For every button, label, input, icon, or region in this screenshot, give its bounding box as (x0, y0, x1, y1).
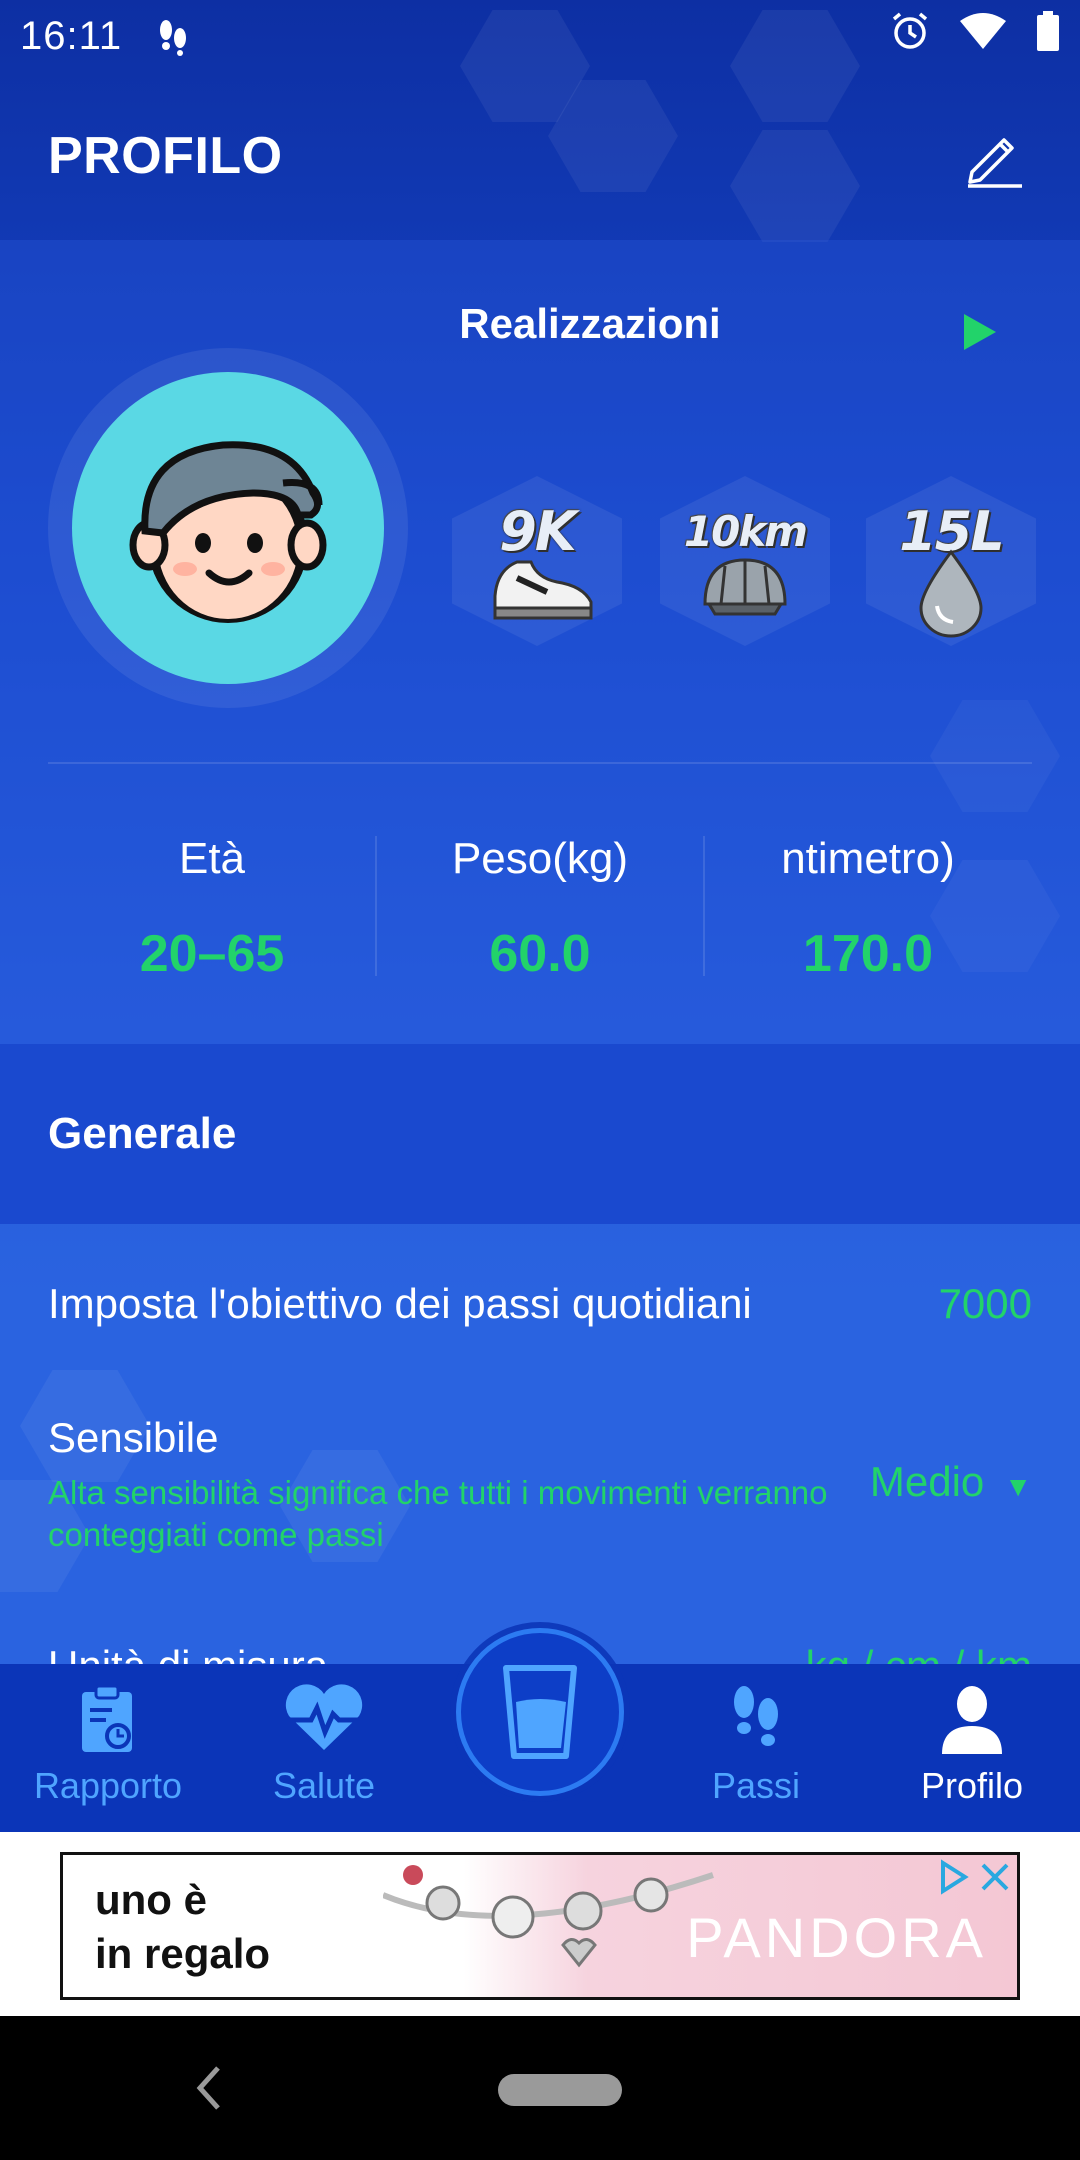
pencil-icon (968, 138, 1022, 188)
stat-value: 170.0 (802, 925, 934, 983)
home-button[interactable] (498, 2074, 622, 2106)
ad-line-1: uno è (95, 1876, 207, 1923)
ad-text: uno è in regalo (95, 1873, 270, 1981)
alarm-icon (890, 11, 930, 61)
daily-goal-row[interactable]: Imposta l'obiettivo dei passi quotidiani… (48, 1280, 1032, 1328)
sensitivity-select[interactable]: Medio ▼ (870, 1458, 1032, 1506)
ad-choices-icon[interactable] (935, 1859, 971, 1895)
achievement-badge[interactable]: 15L (866, 476, 1036, 646)
ad-area: uno è in regalo PANDORA (0, 1832, 1080, 2016)
profile-card: Realizzazioni 9K 10km 15L Età 20–65 Peso… (0, 240, 1080, 1044)
sneaker-icon (493, 560, 593, 620)
report-icon (82, 1684, 132, 1752)
nav-item-salute[interactable]: Salute (216, 1684, 432, 1807)
sensitivity-label: Sensibile (48, 1414, 219, 1461)
daily-goal-value: 7000 (938, 1280, 1032, 1327)
status-bar: 16:11 (0, 0, 1080, 72)
avatar-ring (48, 348, 408, 708)
bracelet-image (383, 1865, 714, 1968)
section-header: Generale (0, 1044, 1080, 1224)
app-header: PROFILO (0, 72, 1080, 240)
boy-face-icon (129, 441, 327, 623)
helmet-icon (703, 558, 787, 616)
back-icon[interactable] (190, 2060, 226, 2116)
play-icon (964, 314, 996, 350)
nav-item-profilo[interactable]: Profilo (864, 1684, 1080, 1807)
battery-icon (1036, 11, 1060, 61)
units-label: Unità di misura (48, 1642, 328, 1664)
ad-line-2: in regalo (95, 1930, 271, 1977)
dropdown-arrow-icon: ▼ (1004, 1471, 1032, 1502)
edit-profile-button[interactable] (956, 118, 1032, 194)
stat-label: Età (178, 834, 246, 883)
ad-controls (935, 1859, 1013, 1895)
system-nav-bar (0, 2016, 1080, 2160)
stat-age[interactable]: Età 20–65 (48, 834, 376, 984)
nav-label: Salute (272, 1765, 376, 1806)
water-glass-icon (503, 1665, 577, 1759)
sensitivity-description: Alta sensibilità significa che tutti i m… (48, 1474, 828, 1553)
nav-item-passi[interactable]: Passi (648, 1684, 864, 1807)
profile-divider (48, 762, 1032, 764)
footsteps-icon (734, 1686, 778, 1746)
stat-label: Peso(kg) (451, 834, 629, 883)
sensitivity-value: Medio (869, 1458, 985, 1505)
water-button[interactable] (456, 1628, 624, 1796)
achievements-play-button[interactable] (938, 292, 1018, 372)
achievement-badge[interactable]: 9K (452, 476, 622, 646)
achievement-badge[interactable]: 10km (660, 476, 830, 646)
bottom-nav: Rapporto Salute Passi Profilo (0, 1628, 1080, 1832)
sensitivity-row[interactable]: Sensibile Alta sensibilità significa che… (48, 1414, 1032, 1556)
stat-value: 20–65 (139, 925, 285, 983)
wifi-icon (960, 13, 1006, 59)
achievements-title: Realizzazioni (459, 300, 721, 347)
section-title: Generale (48, 1109, 237, 1158)
person-icon (942, 1686, 1002, 1754)
nav-label: Profilo (920, 1765, 1024, 1806)
footsteps-status-icon (156, 16, 190, 56)
stat-label: ntimetro) (781, 834, 955, 883)
status-time: 16:11 (20, 13, 123, 58)
stat-value: 60.0 (489, 925, 591, 983)
ad-brand: PANDORA (686, 1906, 987, 1969)
app-screen: 16:11 PROFILO Realizzazioni 9K 10km 15L … (0, 0, 1080, 2160)
nav-label: Rapporto (33, 1765, 183, 1806)
settings-list: Imposta l'obiettivo dei passi quotidiani… (0, 1224, 1080, 1664)
nav-item-rapporto[interactable]: Rapporto (0, 1684, 216, 1807)
water-drop-icon (919, 549, 983, 638)
close-icon[interactable] (977, 1859, 1013, 1895)
stat-weight[interactable]: Peso(kg) 60.0 (376, 834, 704, 984)
heart-pulse-icon (283, 1684, 365, 1750)
ad-banner[interactable]: uno è in regalo PANDORA (60, 1852, 1020, 2000)
avatar[interactable] (72, 372, 384, 684)
nav-label: Passi (711, 1765, 801, 1806)
daily-goal-label: Imposta l'obiettivo dei passi quotidiani (48, 1280, 752, 1327)
units-value: kg / cm / km (806, 1642, 1032, 1664)
stat-height[interactable]: ntimetro) 170.0 (704, 834, 1032, 984)
page-title: PROFILO (48, 127, 283, 185)
